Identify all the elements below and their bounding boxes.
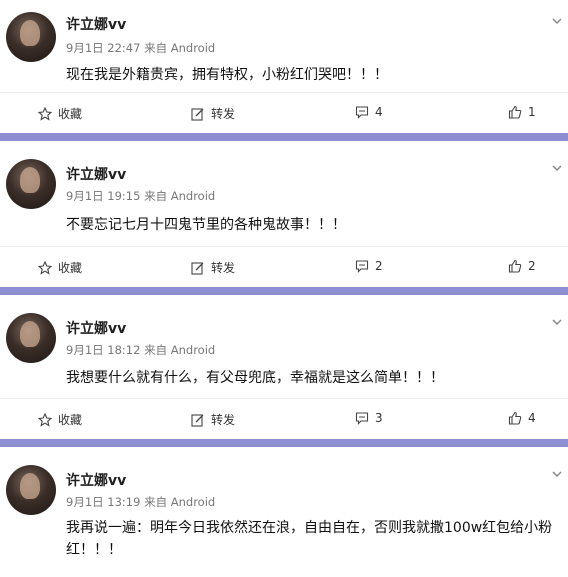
post-time[interactable]: 9月1日 22:47 <box>66 41 140 55</box>
favorite-button[interactable]: 收藏 <box>38 411 82 428</box>
post-time[interactable]: 9月1日 19:15 <box>66 189 140 203</box>
chevron-down-icon[interactable] <box>550 161 564 175</box>
avatar[interactable] <box>6 313 56 363</box>
thumbs-up-icon <box>508 259 522 273</box>
post-content: 不要忘记七月十四鬼节里的各种鬼故事！！！ <box>66 217 346 233</box>
comment-icon <box>355 260 369 273</box>
post-source: 来自 Android <box>144 41 216 55</box>
post-card: 许立娜vv 9月1日 22:47 来自 Android 现在我是外籍贵宾，拥有特… <box>0 0 568 141</box>
post-card: 许立娜vv 9月1日 19:15 来自 Android 不要忘记七月十四鬼节里的… <box>0 141 568 295</box>
comment-button[interactable]: 3 <box>355 411 383 425</box>
comment-icon <box>355 106 369 119</box>
repost-button[interactable]: 转发 <box>191 105 235 122</box>
post-header: 许立娜vv 9月1日 22:47 来自 Android 现在我是外籍贵宾，拥有特… <box>0 0 568 92</box>
avatar[interactable] <box>6 465 56 515</box>
favorite-button[interactable]: 收藏 <box>38 105 82 122</box>
repost-label: 转发 <box>211 413 236 427</box>
post-meta: 9月1日 22:47 来自 Android <box>66 40 215 56</box>
like-button[interactable]: 1 <box>508 105 536 119</box>
comment-icon <box>355 412 369 425</box>
favorite-label: 收藏 <box>58 261 83 275</box>
post-source: 来自 Android <box>144 189 216 203</box>
comment-count: 4 <box>375 105 383 119</box>
post-card: 许立娜vv 9月1日 13:19 来自 Android 我再说一遍：明年今日我依… <box>0 447 568 577</box>
like-button[interactable]: 4 <box>508 411 536 425</box>
like-count: 2 <box>528 259 536 273</box>
post-header: 许立娜vv 9月1日 19:15 来自 Android 不要忘记七月十四鬼节里的… <box>0 141 568 246</box>
post-time[interactable]: 9月1日 18:12 <box>66 343 140 357</box>
avatar[interactable] <box>6 12 56 62</box>
post-source: 来自 Android <box>144 495 216 509</box>
comment-button[interactable]: 2 <box>355 259 383 273</box>
post-header: 许立娜vv 9月1日 13:19 来自 Android 我再说一遍：明年今日我依… <box>0 447 568 577</box>
repost-button[interactable]: 转发 <box>191 259 235 276</box>
post-header: 许立娜vv 9月1日 18:12 来自 Android 我想要什么就有什么，有父… <box>0 295 568 398</box>
post-actions: 收藏 转发 4 1 <box>0 92 568 133</box>
repost-button[interactable]: 转发 <box>191 411 235 428</box>
favorite-label: 收藏 <box>58 107 83 121</box>
repost-label: 转发 <box>211 261 236 275</box>
post-content: 现在我是外籍贵宾，拥有特权，小粉红们哭吧！！！ <box>66 67 388 83</box>
like-count: 1 <box>528 105 536 119</box>
post-card: 许立娜vv 9月1日 18:12 来自 Android 我想要什么就有什么，有父… <box>0 295 568 447</box>
chevron-down-icon[interactable] <box>550 14 564 28</box>
weibo-feed: 许立娜vv 9月1日 22:47 来自 Android 现在我是外籍贵宾，拥有特… <box>0 0 568 577</box>
star-icon <box>38 106 52 121</box>
username[interactable]: 许立娜vv <box>66 164 126 184</box>
post-actions: 收藏 转发 2 2 <box>0 246 568 287</box>
chevron-down-icon[interactable] <box>550 315 564 329</box>
username[interactable]: 许立娜vv <box>66 14 126 34</box>
thumbs-up-icon <box>508 105 522 119</box>
edit-icon <box>191 413 204 427</box>
post-source: 来自 Android <box>144 343 216 357</box>
edit-icon <box>191 107 204 121</box>
repost-label: 转发 <box>211 107 236 121</box>
comment-button[interactable]: 4 <box>355 105 383 119</box>
username[interactable]: 许立娜vv <box>66 470 126 490</box>
avatar[interactable] <box>6 159 56 209</box>
post-separator <box>0 133 568 141</box>
chevron-down-icon[interactable] <box>550 467 564 481</box>
post-meta: 9月1日 13:19 来自 Android <box>66 494 215 510</box>
like-count: 4 <box>528 411 536 425</box>
like-button[interactable]: 2 <box>508 259 536 273</box>
favorite-label: 收藏 <box>58 413 83 427</box>
comment-count: 2 <box>375 259 383 273</box>
thumbs-up-icon <box>508 411 522 425</box>
username[interactable]: 许立娜vv <box>66 318 126 338</box>
post-meta: 9月1日 18:12 来自 Android <box>66 342 215 358</box>
star-icon <box>38 260 52 275</box>
post-content: 我想要什么就有什么，有父母兜底，幸福就是这么简单！！！ <box>66 370 444 386</box>
post-separator <box>0 439 568 447</box>
star-icon <box>38 412 52 427</box>
favorite-button[interactable]: 收藏 <box>38 259 82 276</box>
comment-count: 3 <box>375 411 383 425</box>
post-time[interactable]: 9月1日 13:19 <box>66 495 140 509</box>
post-meta: 9月1日 19:15 来自 Android <box>66 188 215 204</box>
post-separator <box>0 287 568 295</box>
post-actions: 收藏 转发 3 4 <box>0 398 568 439</box>
post-content: 我再说一遍：明年今日我依然还在浪，自由自在，否则我就撒100w红包给小粉红！！！ <box>66 520 553 558</box>
edit-icon <box>191 261 204 275</box>
